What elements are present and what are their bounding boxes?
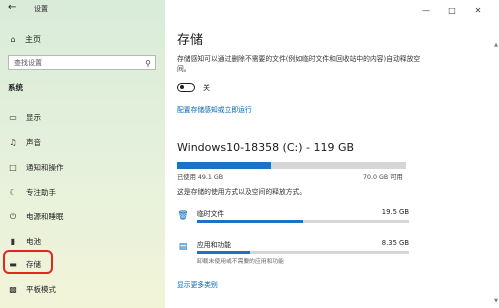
configure-storage-sense-link[interactable]: 配置存储感知或立即运行 — [177, 104, 252, 114]
sidebar-item-label: 电源和睡眠 — [26, 212, 64, 221]
notification-icon: □ — [9, 163, 17, 172]
display-icon: ▭ — [9, 113, 17, 122]
home-label: 主页 — [25, 35, 41, 44]
sidebar-item-notifications[interactable]: □ 通知和操作 — [8, 162, 64, 173]
page-title: 存储 — [177, 33, 204, 48]
power-icon: ⏻ — [9, 211, 17, 221]
drive-usage-fill — [177, 162, 271, 169]
search-icon: ⚲ — [145, 59, 151, 68]
storage-sense-toggle[interactable] — [177, 83, 195, 92]
drive-used-label: 已使用 49.1 GB — [177, 174, 224, 181]
category-subtitle: 卸载未使用或不需要的应用和功能 — [197, 259, 284, 265]
speaker-icon: ♫ — [9, 138, 17, 147]
category-name: 应用和功能 — [197, 241, 231, 249]
drive-usage-bar — [177, 162, 406, 169]
sidebar-item-label: 声音 — [26, 138, 41, 147]
sidebar: ← 设置 ⌂ 主页 查找设置 ⚲ 系统 ▭ 显示 ♫ 声音 □ 通知和操作 ☾ … — [0, 0, 165, 308]
sidebar-item-label: 平板模式 — [26, 285, 56, 294]
minimize-button[interactable]: — — [413, 2, 439, 18]
toggle-knob — [180, 85, 184, 89]
show-more-categories-link[interactable]: 显示更多类别 — [177, 279, 218, 289]
drive-name: Windows10-18358 (C:) - 119 GB — [177, 141, 355, 154]
category-apps-features[interactable]: ▤ 应用和功能 8.35 GB 卸载未使用或不需要的应用和功能 — [177, 239, 409, 269]
sidebar-item-label: 存储 — [26, 260, 41, 269]
tablet-icon: ▩ — [9, 285, 17, 294]
home-icon: ⌂ — [10, 35, 16, 44]
toggle-state-label: 关 — [203, 84, 210, 92]
drive-free-label: 70.0 GB 可用 — [363, 174, 403, 181]
category-bar-fill — [197, 251, 250, 254]
sidebar-item-home[interactable]: ⌂ 主页 — [8, 34, 41, 45]
moon-icon: ☾ — [9, 188, 17, 197]
storage-icon: ▬ — [9, 260, 17, 269]
back-arrow-icon[interactable]: ← — [8, 2, 16, 13]
sidebar-item-label: 显示 — [26, 113, 41, 122]
section-label: 系统 — [8, 83, 23, 92]
sidebar-item-display[interactable]: ▭ 显示 — [8, 112, 41, 123]
sidebar-item-label: 专注助手 — [26, 188, 56, 197]
usage-description: 这是存储的使用方式以及空间的释放方式。 — [177, 188, 307, 196]
category-size: 8.35 GB — [381, 239, 409, 247]
search-input[interactable]: 查找设置 ⚲ — [8, 55, 156, 70]
category-bar-fill — [197, 220, 303, 223]
category-temp-files[interactable]: 🗑 临时文件 19.5 GB — [177, 208, 409, 238]
scroll-up-arrow-icon[interactable]: ▲ — [494, 42, 498, 48]
scroll-down-arrow-icon[interactable]: ▼ — [494, 298, 498, 304]
apps-icon: ▤ — [178, 242, 188, 252]
sidebar-item-storage[interactable]: ▬ 存储 — [8, 259, 41, 270]
sidebar-item-power[interactable]: ⏻ 电源和睡眠 — [8, 211, 64, 222]
category-bar — [197, 251, 409, 254]
sidebar-item-sound[interactable]: ♫ 声音 — [8, 137, 41, 148]
category-bar — [197, 220, 409, 223]
close-button[interactable]: ✕ — [465, 2, 491, 18]
search-placeholder: 查找设置 — [14, 59, 42, 67]
category-size: 19.5 GB — [381, 208, 409, 216]
window-controls: — □ ✕ — [413, 2, 491, 18]
maximize-button[interactable]: □ — [439, 2, 465, 18]
main-panel: — □ ✕ 存储 存储感知可以通过删除不需要的文件(例如临时文件和回收站中的内容… — [165, 0, 499, 308]
sidebar-item-label: 电池 — [26, 237, 41, 246]
sidebar-item-tablet-mode[interactable]: ▩ 平板模式 — [8, 284, 56, 295]
sidebar-item-focus-assist[interactable]: ☾ 专注助手 — [8, 187, 56, 198]
sidebar-item-battery[interactable]: ▮ 电池 — [8, 236, 41, 247]
sidebar-item-label: 通知和操作 — [26, 163, 64, 172]
category-name: 临时文件 — [197, 210, 225, 218]
battery-icon: ▮ — [10, 237, 16, 246]
trash-icon: 🗑 — [177, 211, 189, 221]
storage-sense-description: 存储感知可以通过删除不需要的文件(例如临时文件和回收站中的内容)自动释放空间。 — [177, 55, 421, 73]
window-title: 设置 — [34, 5, 48, 13]
